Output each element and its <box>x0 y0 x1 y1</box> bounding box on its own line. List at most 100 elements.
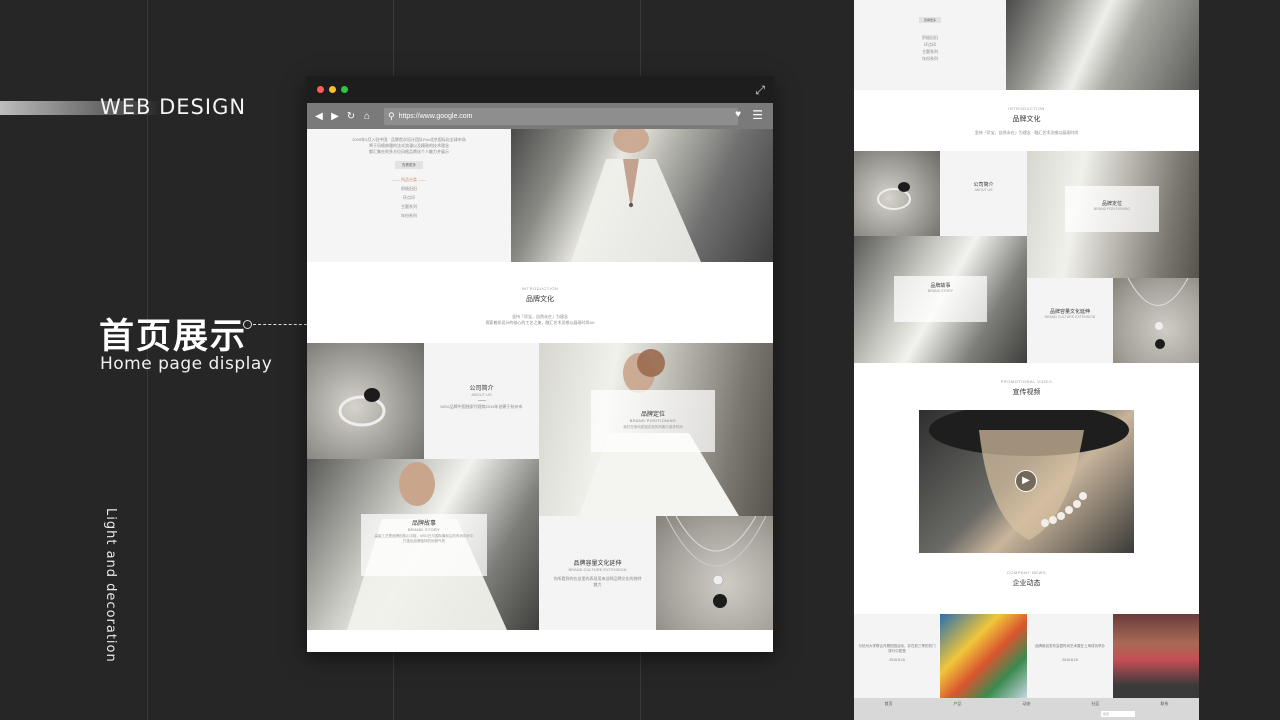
vertical-caption: Light and decoration <box>103 508 118 663</box>
close-dot[interactable] <box>317 86 324 93</box>
preview-positioning-card[interactable]: 品牌定位 BRAND POSITIONING <box>1065 186 1159 232</box>
section-title: 品牌文化 <box>526 296 554 303</box>
preview-positioning-title: 品牌定位 <box>1101 201 1122 207</box>
about-cell[interactable]: 公司简介 ABOUT US MSG品牌中国独家代理商2019年创建于杭州市 <box>424 343 539 459</box>
about-title: 公司简介 <box>469 386 494 392</box>
preview-news-heading: COMPANY NEWS 企业动态 <box>854 570 1199 590</box>
footer-search-input[interactable]: 搜索 <box>1101 711 1135 717</box>
reload-icon[interactable]: ↻ <box>343 111 359 122</box>
footer-link[interactable]: 联系 <box>1161 701 1169 707</box>
positioning-en: BRAND POSITIONING <box>629 418 677 423</box>
section-title: 品牌文化 <box>1012 116 1041 123</box>
preview-more-button[interactable]: 查看更多 <box>919 17 941 23</box>
browser-window: ⤢ ◀ ▶ ↻ ⌂ ⚲ https://www.google.com ♥ ☰ 2… <box>307 76 773 652</box>
menu-item[interactable]: 主题系列 <box>307 204 511 210</box>
footer-link[interactable]: 产品 <box>954 701 962 707</box>
maximize-dot[interactable] <box>341 86 348 93</box>
promo-video[interactable]: ▶ <box>919 404 1134 553</box>
section-label: INTRODUCTION <box>521 286 559 291</box>
footer-link[interactable]: 动态 <box>1023 701 1031 707</box>
positioning-photo: 品牌定位 BRAND POSITIONING 我们在崇尚质感实现的风格中追求时尚 <box>539 343 773 516</box>
preview-positioning-photo: 品牌定位 BRAND POSITIONING <box>1027 151 1199 278</box>
preview-brand-culture: INTRODUCTION 品牌文化 坚持「珍宝，自然永在」为理念 · 融汇艺术灵… <box>854 106 1199 151</box>
slide-title: 首页展示 <box>99 317 248 357</box>
preview-intro: 查看更多 积极旧旧 环点印 主题系列 年份系列 <box>854 0 1006 90</box>
back-icon[interactable]: ◀ <box>311 111 327 122</box>
ring-photo <box>307 343 424 459</box>
preview-extension-en: BRAND CULTURE EXTENSION <box>1044 315 1096 319</box>
search-icon: ⚲ <box>388 111 395 121</box>
slide-subtitle: Home page display <box>100 354 273 374</box>
preview-necklace-photo <box>1113 277 1199 363</box>
preview-menu-item[interactable]: 积极旧旧 <box>854 35 1006 41</box>
heart-icon[interactable]: ♥ <box>735 109 741 120</box>
browser-titlebar: ⤢ <box>307 76 773 103</box>
preview-extension-cell[interactable]: 品牌容量文化延伸 BRAND CULTURE EXTENSION <box>1027 278 1113 363</box>
extension-cell[interactable]: 品牌容量文化延伸 BRAND CULTURE EXTENSION 你所看到的在这… <box>539 516 656 630</box>
footer-link[interactable]: 社区 <box>1092 701 1100 707</box>
extension-title: 品牌容量文化延伸 <box>573 561 622 567</box>
menu-icon[interactable]: ☰ <box>752 108 763 122</box>
connector <box>243 320 307 330</box>
preview-about-title: 公司简介 <box>973 182 994 188</box>
browser-toolbar: ◀ ▶ ↻ ⌂ ⚲ https://www.google.com ♥ ☰ <box>307 103 773 129</box>
preview-menu-item[interactable]: 主题系列 <box>854 49 1006 55</box>
minimize-dot[interactable] <box>329 86 336 93</box>
address-bar[interactable]: ⚲ https://www.google.com <box>384 108 738 125</box>
section-label: INTRODUCTION <box>1008 106 1045 111</box>
news-date: 2019.8.15 <box>1062 658 1078 662</box>
positioning-desc: 我们在崇尚质感实现的风格中追求时尚 <box>623 425 683 429</box>
preview-hero-photo <box>1006 0 1199 90</box>
preview-story-photo: 品牌故事 BRAND STORY <box>854 236 1027 363</box>
extension-desc: 你所看到的在这里的表现用来诠释品牌文化的独特魅力 <box>553 576 642 587</box>
news-title: 品牌新品发布会暨时尚艺术展在上海成功举办 <box>1035 644 1105 648</box>
full-page-preview: 查看更多 积极旧旧 环点印 主题系列 年份系列 INTRODUCTION 品牌文… <box>854 0 1199 720</box>
preview-story-card[interactable]: 品牌故事 BRAND STORY <box>894 276 987 322</box>
story-photo: 品牌故事 BRAND STORY 高级工艺是品牌的核心中枢，MSG在与国际最前沿… <box>307 459 539 630</box>
preview-menu-item[interactable]: 年份系列 <box>854 56 1006 62</box>
preview-about-cell[interactable]: 公司简介 ABOUT US <box>940 151 1027 236</box>
preview-menu-item[interactable]: 环点印 <box>854 42 1006 48</box>
positioning-card[interactable]: 品牌定位 BRAND POSITIONING 我们在崇尚质感实现的风格中追求时尚 <box>591 390 715 452</box>
section-desc: 坚持「珍宝，自然永在」为理念 · 融汇艺术灵感以展现时尚 <box>974 130 1079 135</box>
story-desc: 高级工艺是品牌的核心中枢，MSG在与国际最前沿的时尚同步中打造出品牌独特的优雅气… <box>374 534 474 543</box>
browser-page: 2009年3月入驻中国 · 品牌首次设计团队Pcb北京国际化全球市场 将于风格典… <box>307 129 773 652</box>
url-text: https://www.google.com <box>398 113 473 120</box>
menu-item[interactable]: 积极旧旧 <box>307 186 511 192</box>
intro-line: 都汇集在的多方位风格品牌化个人魅力并展示 <box>369 149 449 154</box>
forward-icon[interactable]: ▶ <box>327 111 343 122</box>
section-title: 企业动态 <box>1012 580 1041 587</box>
section-label: PROMOTIONAL VIDEO <box>1000 379 1053 384</box>
about-en: ABOUT US <box>471 392 492 397</box>
intro-panel: 2009年3月入驻中国 · 品牌首次设计团队Pcb北京国际化全球市场 将于风格典… <box>307 129 511 262</box>
story-title: 品牌故事 <box>411 521 436 527</box>
necklace-photo <box>656 516 773 630</box>
menu-item[interactable]: 环点印 <box>307 195 511 201</box>
more-button[interactable]: 查看更多 <box>395 161 423 169</box>
web-design-heading: WEB DESIGN <box>100 95 247 119</box>
preview-footer: 首页 产品 动态 社区 联系 搜索 <box>854 698 1199 720</box>
preview-story-en: BRAND STORY <box>927 289 954 293</box>
fullscreen-icon[interactable]: ⤢ <box>755 83 765 98</box>
preview-story-title: 品牌故事 <box>930 283 951 289</box>
play-icon[interactable]: ▶ <box>1015 470 1037 492</box>
brand-culture-section: INTRODUCTION 品牌文化 坚持「珍宝，自然永在」为理念 探索着如设计的… <box>307 262 773 343</box>
news-title: 与杭州大学联合开展校园活动，并在前三季的热门排行中居首 <box>858 644 936 653</box>
footer-link[interactable]: 首页 <box>885 701 893 707</box>
section-title: 宣传视频 <box>1012 389 1041 396</box>
about-desc: MSG品牌中国独家代理商2019年创建于杭州市 <box>440 404 523 409</box>
story-en: BRAND STORY <box>407 527 441 532</box>
positioning-title: 品牌定位 <box>640 412 665 418</box>
hero-photo <box>511 129 773 262</box>
menu-item[interactable]: 年份系列 <box>307 213 511 219</box>
preview-extension-title: 品牌容量文化延伸 <box>1049 309 1090 315</box>
story-card[interactable]: 品牌故事 BRAND STORY 高级工艺是品牌的核心中枢，MSG在与国际最前沿… <box>361 514 487 576</box>
news-item[interactable]: 品牌新品发布会暨时尚艺术展在上海成功举办 2019.8.15 <box>1027 614 1113 698</box>
news-item[interactable]: 与杭州大学联合开展校园活动，并在前三季的热门排行中居首 2019.8.15 <box>854 614 940 698</box>
preview-positioning-en: BRAND POSITIONING <box>1093 207 1131 211</box>
preview-about-en: ABOUT US <box>974 188 993 192</box>
news-image-event[interactable] <box>1113 614 1199 698</box>
home-icon[interactable]: ⌂ <box>359 111 375 122</box>
news-date: 2019.8.15 <box>889 658 905 662</box>
news-image-painting[interactable] <box>940 614 1027 698</box>
